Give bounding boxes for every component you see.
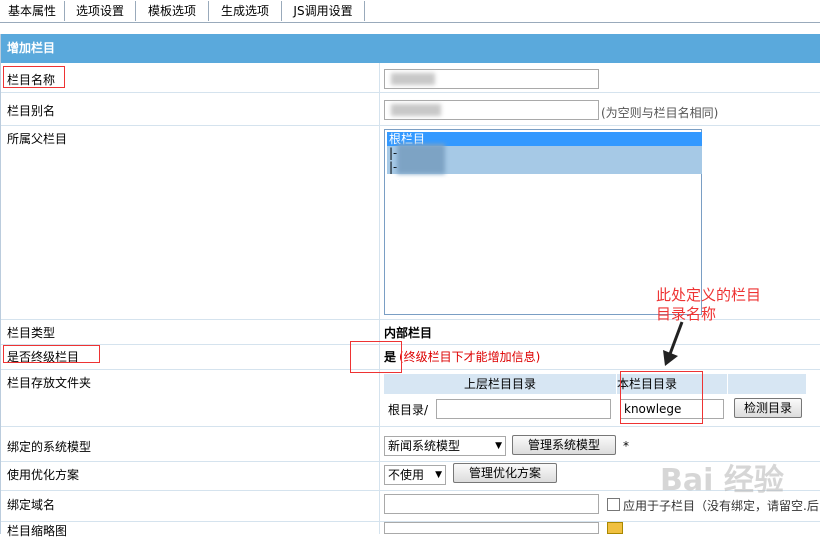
tab-basic[interactable]: 基本属性 bbox=[0, 1, 65, 21]
manage-model-button[interactable]: 管理系统模型 bbox=[512, 435, 616, 455]
tab-template[interactable]: 模板选项 bbox=[136, 1, 209, 21]
manage-optimize-button[interactable]: 管理优化方案 bbox=[453, 463, 557, 483]
domain-input[interactable] bbox=[384, 494, 599, 514]
type-value: 内部栏目 bbox=[384, 326, 433, 340]
optimize-label: 使用优化方案 bbox=[7, 468, 80, 482]
alias-hint: (为空则与栏目名相同) bbox=[601, 106, 719, 120]
tab-js[interactable]: JS调用设置 bbox=[282, 1, 365, 21]
chevron-down-icon: ▼ bbox=[435, 470, 442, 480]
blurred-name bbox=[391, 73, 435, 85]
optimize-select-value: 不使用 bbox=[388, 468, 425, 482]
domain-label: 绑定域名 bbox=[7, 498, 56, 512]
annotation-arrow-icon bbox=[663, 321, 684, 366]
apply-children-checkbox[interactable] bbox=[607, 498, 620, 511]
blurred-alias bbox=[391, 104, 441, 116]
parent-label: 所属父栏目 bbox=[7, 132, 68, 146]
model-select[interactable]: 新闻系统模型 ▼ bbox=[384, 436, 506, 456]
annotation-line-1: 此处定义的栏目 bbox=[656, 286, 762, 304]
tab-generate[interactable]: 生成选项 bbox=[209, 1, 282, 21]
highlight-self-dir bbox=[620, 371, 703, 424]
highlight-final-value bbox=[350, 341, 402, 373]
alias-label: 栏目别名 bbox=[7, 104, 56, 118]
required-mark: * bbox=[623, 439, 629, 453]
tab-options[interactable]: 选项设置 bbox=[65, 1, 136, 21]
model-select-value: 新闻系统模型 bbox=[388, 439, 461, 453]
highlight-final-label bbox=[3, 345, 100, 363]
name-input[interactable] bbox=[384, 69, 599, 89]
blurred-children bbox=[397, 144, 445, 174]
watermark-logo: Bai 经验 bbox=[660, 463, 784, 498]
thumb-label: 栏目缩略图 bbox=[7, 524, 68, 538]
parent-listbox[interactable]: 根栏目 |- |- bbox=[384, 129, 702, 315]
tab-bar: 基本属性 选项设置 模板选项 生成选项 JS调用设置 bbox=[0, 0, 820, 23]
final-hint: (终级栏目下才能增加信息) bbox=[399, 350, 541, 364]
folder-icon[interactable] bbox=[607, 522, 623, 534]
folder-header-extra bbox=[728, 374, 806, 394]
folder-header-parent: 上层栏目目录 bbox=[384, 374, 616, 394]
parent-dir-input[interactable] bbox=[436, 399, 611, 419]
type-label: 栏目类型 bbox=[7, 326, 56, 340]
root-dir-label: 根目录/ bbox=[388, 403, 429, 417]
panel-title: 增加栏目 bbox=[1, 34, 820, 63]
row-name: 栏目名称 bbox=[1, 63, 820, 93]
highlight-name-label bbox=[3, 66, 65, 88]
optimize-select[interactable]: 不使用 ▼ bbox=[384, 465, 446, 485]
apply-children-label: 应用于子栏目（没有绑定，请留空.后 bbox=[623, 499, 819, 513]
chevron-down-icon: ▼ bbox=[495, 441, 502, 451]
row-final: 是否终级栏目 是 (终级栏目下才能增加信息) bbox=[1, 345, 820, 370]
folder-label: 栏目存放文件夹 bbox=[7, 376, 92, 390]
alias-input[interactable] bbox=[384, 100, 599, 120]
check-dir-button[interactable]: 检测目录 bbox=[734, 398, 802, 418]
row-alias: 栏目别名 (为空则与栏目名相同) bbox=[1, 93, 820, 126]
model-label: 绑定的系统模型 bbox=[7, 440, 92, 454]
thumb-input[interactable] bbox=[384, 522, 599, 534]
